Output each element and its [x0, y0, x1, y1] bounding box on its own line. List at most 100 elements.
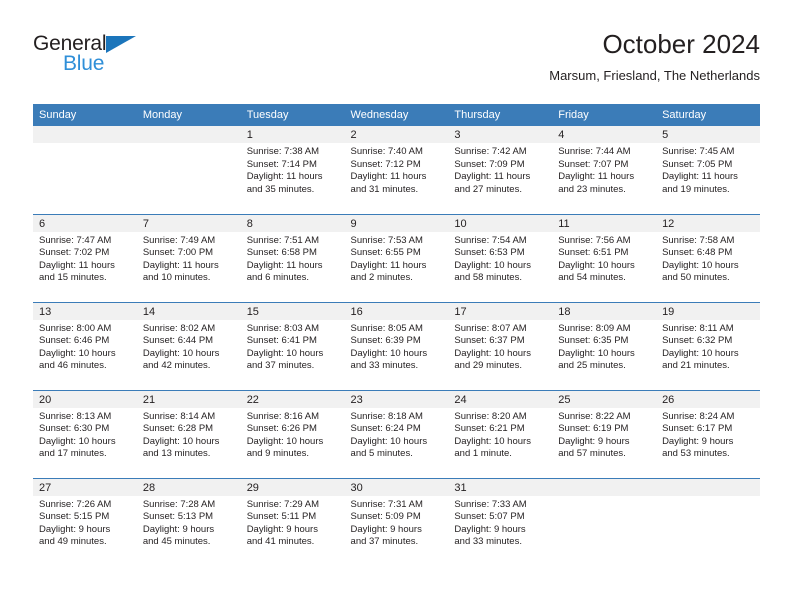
daylight-text-line2: and 25 minutes. — [558, 360, 626, 372]
sunset-text: Sunset: 5:07 PM — [454, 511, 525, 523]
daylight-text-line2: and 31 minutes. — [350, 183, 419, 195]
calendar-week-row: 6 Sunrise: 7:47 AM Sunset: 7:02 PM Dayli… — [33, 213, 760, 302]
calendar-day-cell[interactable]: 25 Sunrise: 8:22 AM Sunset: 6:19 PM Dayl… — [552, 389, 657, 478]
sunrise-text: Sunrise: 8:16 AM — [246, 410, 320, 422]
sunrise-text: Sunrise: 7:33 AM — [454, 498, 527, 510]
generalblue-logo[interactable]: General Blue — [33, 32, 153, 80]
day-number: 14 — [136, 302, 241, 320]
calendar-day-cell[interactable]: 5 Sunrise: 7:45 AM Sunset: 7:05 PM Dayli… — [656, 126, 760, 214]
daylight-text-line1: Daylight: 9 hours — [142, 523, 215, 535]
day-number: 29 — [240, 478, 345, 496]
daylight-text-line1: Daylight: 9 hours — [558, 435, 630, 447]
calendar-day-cell[interactable]: 24 Sunrise: 8:20 AM Sunset: 6:21 PM Dayl… — [448, 389, 553, 478]
daylight-text-line1: Daylight: 11 hours — [246, 259, 323, 271]
day-number: 16 — [344, 302, 449, 320]
calendar-day-cell[interactable]: 15 Sunrise: 8:03 AM Sunset: 6:41 PM Dayl… — [240, 301, 345, 390]
calendar-day-cell[interactable]: 1 Sunrise: 7:38 AM Sunset: 7:14 PM Dayli… — [240, 126, 345, 214]
sunset-text: Sunset: 6:55 PM — [350, 247, 421, 259]
daylight-text-line2: and 57 minutes. — [558, 448, 626, 460]
day-number: 15 — [240, 302, 345, 320]
calendar-day-cell[interactable]: 2 Sunrise: 7:40 AM Sunset: 7:12 PM Dayli… — [344, 126, 449, 214]
calendar-day-cell[interactable]: 4 Sunrise: 7:44 AM Sunset: 7:07 PM Dayli… — [552, 126, 657, 214]
calendar-day-cell[interactable]: 29 Sunrise: 7:29 AM Sunset: 5:11 PM Dayl… — [240, 477, 345, 566]
calendar-day-cell[interactable]: 27 Sunrise: 7:26 AM Sunset: 5:15 PM Dayl… — [33, 477, 137, 566]
sunrise-text: Sunrise: 8:20 AM — [454, 410, 527, 422]
calendar-day-cell[interactable]: 12 Sunrise: 7:58 AM Sunset: 6:48 PM Dayl… — [656, 213, 760, 302]
day-details: Sunrise: 7:47 AM Sunset: 7:02 PM Dayligh… — [33, 232, 137, 285]
daylight-text-line2: and 42 minutes. — [142, 360, 211, 372]
calendar-day-cell[interactable] — [552, 477, 657, 566]
sunrise-text: Sunrise: 7:53 AM — [350, 234, 423, 246]
calendar-day-cell[interactable]: 18 Sunrise: 8:09 AM Sunset: 6:35 PM Dayl… — [552, 301, 657, 390]
daylight-text-line1: Daylight: 10 hours — [246, 435, 324, 447]
calendar-day-cell[interactable] — [656, 477, 760, 566]
calendar-day-cell[interactable]: 22 Sunrise: 8:16 AM Sunset: 6:26 PM Dayl… — [240, 389, 345, 478]
calendar-day-cell[interactable]: 20 Sunrise: 8:13 AM Sunset: 6:30 PM Dayl… — [33, 389, 137, 478]
day-details: Sunrise: 8:02 AM Sunset: 6:44 PM Dayligh… — [137, 320, 241, 373]
calendar-day-cell[interactable]: 6 Sunrise: 7:47 AM Sunset: 7:02 PM Dayli… — [33, 213, 137, 302]
calendar-day-cell[interactable]: 21 Sunrise: 8:14 AM Sunset: 6:28 PM Dayl… — [136, 389, 241, 478]
day-details: Sunrise: 7:58 AM Sunset: 6:48 PM Dayligh… — [656, 232, 760, 285]
daylight-text-line2: and 1 minute. — [454, 448, 512, 460]
day-details: Sunrise: 8:03 AM Sunset: 6:41 PM Dayligh… — [241, 320, 345, 373]
calendar-week-row: 20 Sunrise: 8:13 AM Sunset: 6:30 PM Dayl… — [33, 389, 760, 478]
calendar-day-cell[interactable]: 7 Sunrise: 7:49 AM Sunset: 7:00 PM Dayli… — [136, 213, 241, 302]
day-details: Sunrise: 7:29 AM Sunset: 5:11 PM Dayligh… — [241, 496, 345, 549]
daylight-text-line1: Daylight: 11 hours — [662, 171, 738, 183]
day-number: 19 — [656, 302, 760, 320]
daylight-text-line1: Daylight: 11 hours — [246, 171, 323, 183]
sunset-text: Sunset: 6:35 PM — [558, 335, 629, 347]
calendar-day-cell[interactable]: 3 Sunrise: 7:42 AM Sunset: 7:09 PM Dayli… — [448, 126, 553, 214]
sunset-text: Sunset: 6:51 PM — [558, 247, 629, 259]
calendar-day-cell[interactable]: 23 Sunrise: 8:18 AM Sunset: 6:24 PM Dayl… — [344, 389, 449, 478]
day-details: Sunrise: 8:07 AM Sunset: 6:37 PM Dayligh… — [448, 320, 552, 373]
calendar-week-row: 1 Sunrise: 7:38 AM Sunset: 7:14 PM Dayli… — [33, 126, 760, 214]
daylight-text-line1: Daylight: 10 hours — [662, 259, 739, 271]
sunset-text: Sunset: 5:13 PM — [142, 511, 214, 523]
calendar-day-cell[interactable]: 16 Sunrise: 8:05 AM Sunset: 6:39 PM Dayl… — [344, 301, 449, 390]
calendar-day-cell[interactable]: 28 Sunrise: 7:28 AM Sunset: 5:13 PM Dayl… — [136, 477, 241, 566]
day-details: Sunrise: 8:18 AM Sunset: 6:24 PM Dayligh… — [345, 408, 449, 461]
sunset-text: Sunset: 6:48 PM — [662, 247, 733, 259]
calendar-day-cell[interactable]: 31 Sunrise: 7:33 AM Sunset: 5:07 PM Dayl… — [448, 477, 553, 566]
calendar-day-cell[interactable]: 13 Sunrise: 8:00 AM Sunset: 6:46 PM Dayl… — [33, 301, 137, 390]
sunset-text: Sunset: 7:00 PM — [142, 247, 214, 259]
sunrise-text: Sunrise: 7:40 AM — [350, 146, 423, 157]
sunset-text: Sunset: 6:39 PM — [350, 335, 421, 347]
day-details: Sunrise: 8:20 AM Sunset: 6:21 PM Dayligh… — [448, 408, 552, 461]
calendar-day-cell[interactable]: 8 Sunrise: 7:51 AM Sunset: 6:58 PM Dayli… — [240, 213, 345, 302]
daylight-text-line1: Daylight: 10 hours — [454, 259, 531, 271]
day-number — [33, 126, 137, 143]
calendar-day-cell[interactable]: 17 Sunrise: 8:07 AM Sunset: 6:37 PM Dayl… — [448, 301, 553, 390]
calendar-day-cell[interactable] — [33, 126, 137, 214]
calendar-day-cell[interactable]: 11 Sunrise: 7:56 AM Sunset: 6:51 PM Dayl… — [552, 213, 657, 302]
daylight-text-line2: and 33 minutes. — [350, 360, 419, 372]
daylight-text-line2: and 19 minutes. — [662, 183, 730, 195]
day-number: 30 — [344, 478, 449, 496]
sunset-text: Sunset: 7:14 PM — [246, 158, 317, 170]
daylight-text-line2: and 33 minutes. — [454, 536, 522, 548]
daylight-text-line1: Daylight: 9 hours — [454, 523, 526, 535]
sunrise-text: Sunrise: 7:54 AM — [454, 234, 527, 246]
day-header-friday: Friday — [552, 104, 657, 126]
calendar-day-cell[interactable]: 10 Sunrise: 7:54 AM Sunset: 6:53 PM Dayl… — [448, 213, 553, 302]
calendar-day-cell[interactable]: 9 Sunrise: 7:53 AM Sunset: 6:55 PM Dayli… — [344, 213, 449, 302]
day-number: 12 — [656, 214, 760, 232]
sunrise-text: Sunrise: 8:05 AM — [350, 322, 423, 334]
calendar-day-cell[interactable] — [136, 126, 241, 214]
sunset-text: Sunset: 7:09 PM — [454, 158, 525, 170]
daylight-text-line2: and 54 minutes. — [558, 272, 626, 284]
daylight-text-line1: Daylight: 9 hours — [350, 523, 422, 535]
daylight-text-line2: and 5 minutes. — [350, 448, 413, 460]
sunset-text: Sunset: 6:41 PM — [246, 335, 317, 347]
calendar-day-cell[interactable]: 30 Sunrise: 7:31 AM Sunset: 5:09 PM Dayl… — [344, 477, 449, 566]
sunset-text: Sunset: 6:44 PM — [142, 335, 214, 347]
calendar-day-cell[interactable]: 14 Sunrise: 8:02 AM Sunset: 6:44 PM Dayl… — [136, 301, 241, 390]
sunrise-text: Sunrise: 7:47 AM — [39, 234, 112, 246]
calendar-day-cell[interactable]: 19 Sunrise: 8:11 AM Sunset: 6:32 PM Dayl… — [656, 301, 760, 390]
calendar-day-cell[interactable]: 26 Sunrise: 8:24 AM Sunset: 6:17 PM Dayl… — [656, 389, 760, 478]
day-number: 13 — [33, 302, 137, 320]
sunrise-text: Sunrise: 7:44 AM — [558, 146, 631, 157]
daylight-text-line1: Daylight: 10 hours — [350, 435, 428, 447]
sunrise-text: Sunrise: 7:51 AM — [246, 234, 320, 246]
